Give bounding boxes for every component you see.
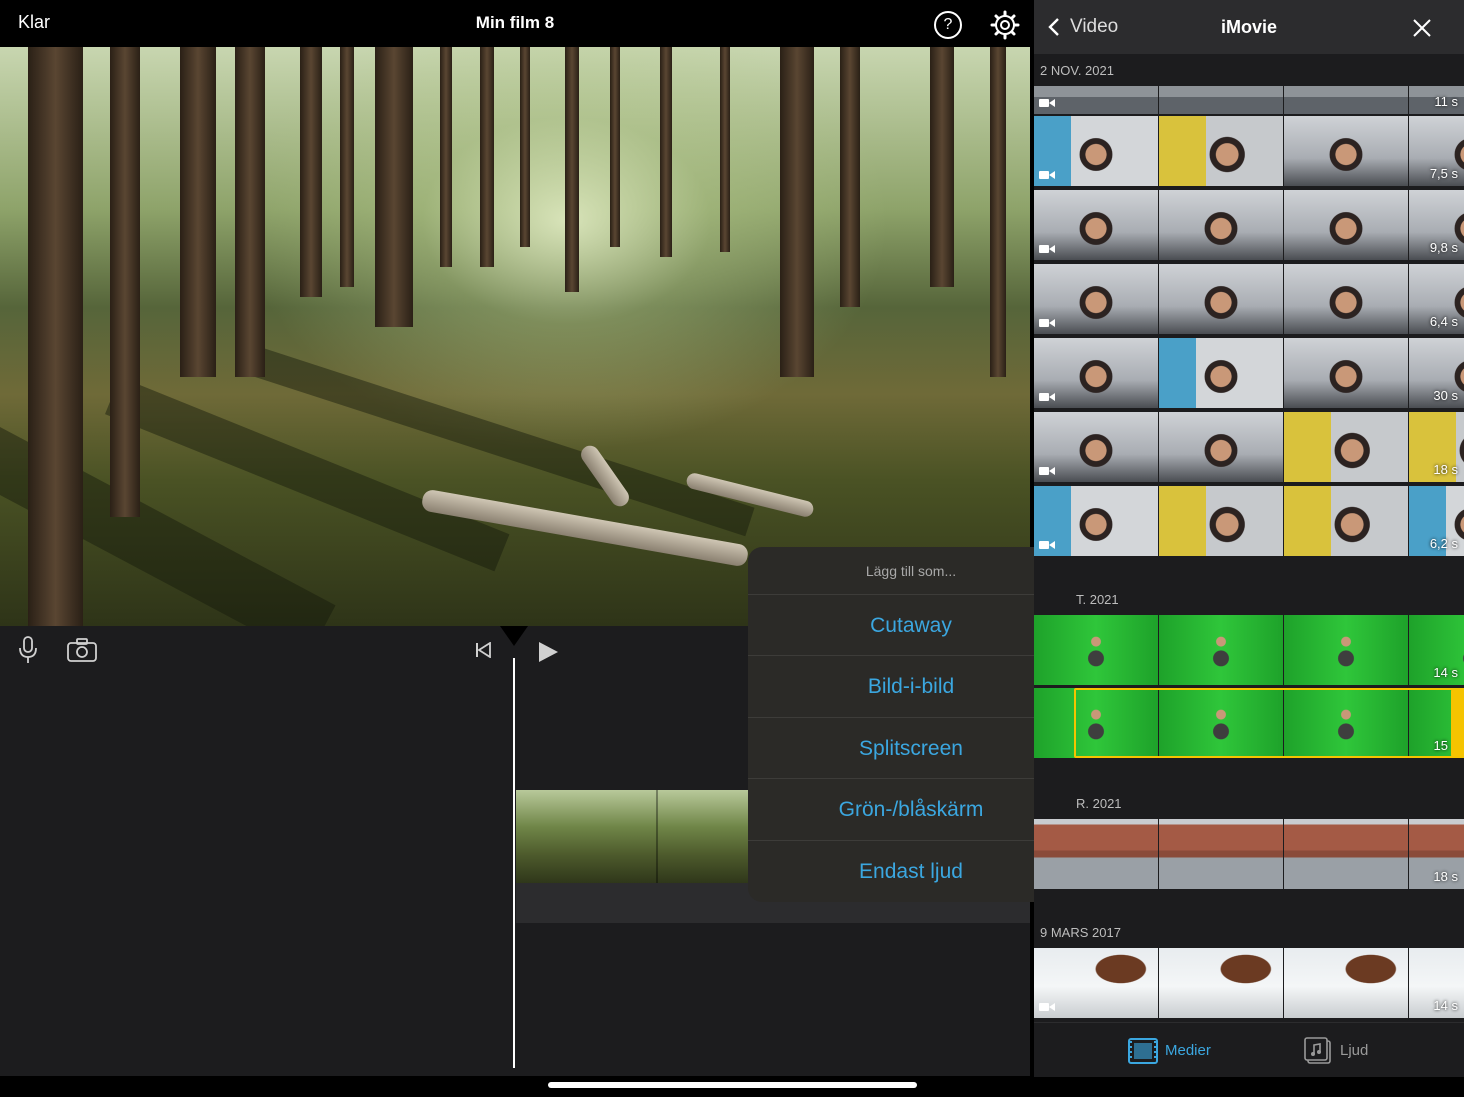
- gear-icon[interactable]: [990, 10, 1020, 40]
- browser-title: iMovie: [1220, 17, 1277, 37]
- option-picture-in-picture[interactable]: Bild-i-bild: [748, 655, 1074, 717]
- tab-media[interactable]: Medier: [1128, 1037, 1228, 1065]
- tab-audio[interactable]: Ljud: [1304, 1037, 1404, 1065]
- video-camera-icon: [1039, 319, 1055, 327]
- clip-trim-handle[interactable]: [1451, 688, 1464, 758]
- clip-duration: 7,5 s: [1429, 166, 1458, 181]
- camera-icon[interactable]: [67, 638, 97, 662]
- home-indicator[interactable]: [548, 1082, 917, 1088]
- video-clip[interactable]: 18 s: [1034, 412, 1464, 482]
- play-icon[interactable]: [536, 640, 560, 664]
- editor-top-bar: Klar Min film 8 ?: [0, 0, 1030, 47]
- video-camera-icon: [1039, 393, 1055, 401]
- help-icon[interactable]: ?: [934, 11, 962, 39]
- browser-nav-bar: Video iMovie: [1034, 0, 1464, 54]
- rewind-to-start-icon[interactable]: [474, 642, 492, 658]
- movie-title: Min film 8: [475, 13, 555, 32]
- video-camera-icon: [1039, 1003, 1055, 1011]
- browser-tab-bar: Medier Ljud: [1034, 1022, 1464, 1077]
- microphone-icon[interactable]: [18, 636, 38, 664]
- date-header: 9 MARS 2017: [1040, 925, 1121, 940]
- video-clip[interactable]: 14 s: [1034, 948, 1464, 1018]
- clip-duration: 30 s: [1433, 388, 1458, 403]
- video-clip[interactable]: 6,2 s: [1034, 486, 1464, 556]
- clip-duration: 18 s: [1433, 462, 1458, 477]
- popover-title: Lägg till som...: [865, 563, 957, 579]
- clip-duration: 9,8 s: [1429, 240, 1458, 255]
- clip-duration: 11 s: [1434, 94, 1458, 109]
- video-camera-icon: [1039, 99, 1055, 107]
- video-clip[interactable]: 18 s: [1034, 819, 1464, 889]
- clip-duration: 6,2 s: [1429, 536, 1458, 551]
- option-cutaway[interactable]: Cutaway: [748, 594, 1074, 656]
- clip-duration: 14 s: [1433, 665, 1458, 680]
- video-clip[interactable]: 6,4 s: [1034, 264, 1464, 334]
- clip-duration: 18 s: [1433, 869, 1458, 884]
- video-camera-icon: [1039, 467, 1055, 475]
- media-browser: Video iMovie 2 NOV. 2021 11 s 7,5 s 9,8 …: [1034, 0, 1464, 1077]
- option-audio-only[interactable]: Endast ljud: [748, 840, 1074, 902]
- music-note-icon: [1304, 1037, 1331, 1064]
- playhead-line[interactable]: [513, 658, 515, 1068]
- video-camera-icon: [1039, 171, 1055, 179]
- selection-outline: [1074, 688, 1462, 758]
- clip-duration: 6,4 s: [1429, 314, 1458, 329]
- video-camera-icon: [1039, 541, 1055, 549]
- video-camera-icon: [1039, 245, 1055, 253]
- timeline-video-clip[interactable]: [516, 790, 748, 883]
- video-clip[interactable]: 14 s: [1034, 615, 1464, 685]
- video-clip[interactable]: 30 s: [1034, 338, 1464, 408]
- video-preview[interactable]: [0, 47, 1030, 626]
- option-split-screen[interactable]: Splitscreen: [748, 717, 1074, 779]
- close-icon[interactable]: [1412, 18, 1432, 38]
- date-header: 2 NOV. 2021: [1040, 63, 1114, 78]
- option-green-blue-screen[interactable]: Grön-/blåskärm: [748, 778, 1074, 840]
- film-strip-icon: [1128, 1038, 1158, 1064]
- playhead-marker: [500, 626, 528, 646]
- date-header: R. 2021: [1076, 796, 1122, 811]
- add-as-popover: Lägg till som... Cutaway Bild-i-bild Spl…: [748, 547, 1074, 902]
- tab-media-label: Medier: [1165, 1042, 1211, 1059]
- editor-pane: Klar Min film 8 ?: [0, 0, 1030, 1076]
- tab-audio-label: Ljud: [1340, 1042, 1369, 1059]
- video-clip[interactable]: 11 s: [1034, 86, 1464, 114]
- video-clip[interactable]: 9,8 s: [1034, 190, 1464, 260]
- date-header: T. 2021: [1076, 592, 1119, 607]
- clip-duration: 14 s: [1433, 998, 1458, 1013]
- video-clip[interactable]: 7,5 s: [1034, 116, 1464, 186]
